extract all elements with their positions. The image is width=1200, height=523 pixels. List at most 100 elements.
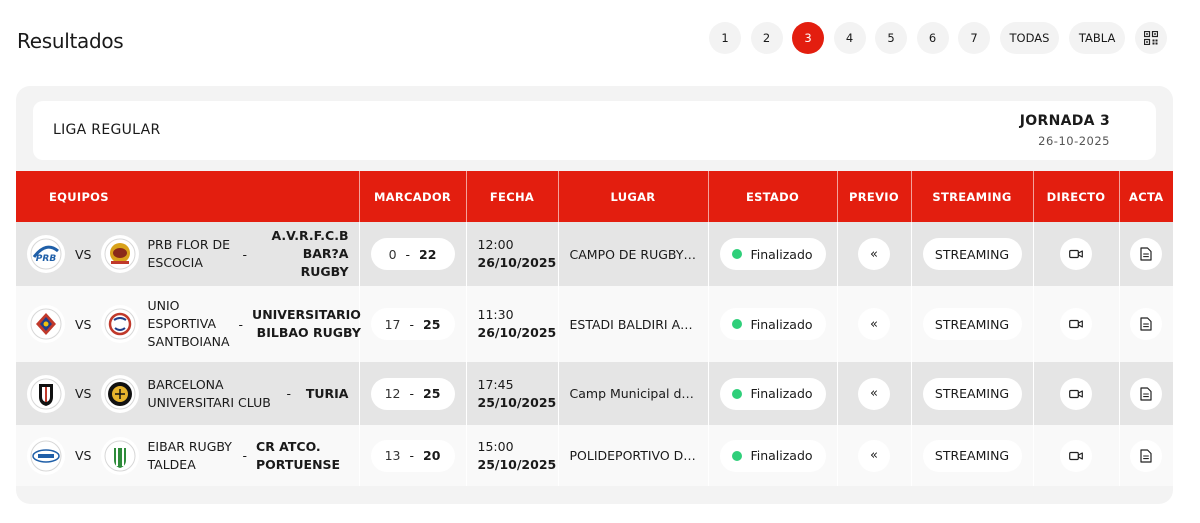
previo-button[interactable]: « [858, 238, 890, 270]
table-row[interactable]: VS UNIO ESPORTIVA SANTBOIANA - UNIVERSIT… [16, 286, 1173, 362]
match-teams: VS UNIO ESPORTIVA SANTBOIANA - UNIVERSIT… [16, 297, 361, 351]
score-separator: - [405, 246, 411, 262]
match-date: 25/10/2025 [477, 394, 557, 410]
away-team-name: CR ATCO. PORTUENSE [256, 438, 341, 472]
acta-button[interactable] [1130, 439, 1163, 472]
home-score: 17 [384, 316, 401, 332]
match-place: ESTADI BALDIRI ALEU [569, 316, 705, 332]
todas-button[interactable]: TODAS [999, 22, 1060, 54]
match-date: 26/10/2025 [477, 325, 557, 340]
previo-button[interactable]: « [858, 308, 890, 340]
match-place: CAMPO DE RUGBY B... [569, 246, 708, 262]
away-team-logo [100, 305, 139, 343]
match-date: 25/10/2025 [477, 456, 557, 472]
tabla-button[interactable]: TABLA [1068, 22, 1126, 54]
status-badge: Finalizado [719, 238, 826, 270]
table-row[interactable]: VS BARCELONA UNIVERSITARI CLUB - TURIA 1… [16, 362, 1173, 425]
streaming-button[interactable]: STREAMING [922, 377, 1022, 410]
directo-button[interactable] [1060, 238, 1092, 270]
previo-button[interactable]: « [858, 439, 890, 472]
status-dot-icon [732, 249, 743, 259]
table-row[interactable]: PRB VS PRB FLOR DE ESCOCIA - A.V.R.F.C.B… [16, 222, 1173, 286]
status-dot-icon [732, 319, 743, 329]
vs-label: VS [75, 246, 92, 262]
status-text: Finalizado [750, 448, 813, 463]
qr-code-button[interactable] [1134, 22, 1167, 54]
away-team-name: UNIVERSITARIO BILBAO RUGBY [252, 307, 361, 340]
streaming-button[interactable]: STREAMING [922, 238, 1022, 270]
document-icon [1140, 317, 1152, 331]
status-badge: Finalizado [719, 439, 826, 472]
home-team-name: BARCELONA UNIVERSITARI CLUB [147, 376, 271, 410]
document-icon [1140, 448, 1152, 463]
score-pill: 17-25 [370, 308, 455, 340]
directo-button[interactable] [1060, 377, 1092, 410]
jornada-date: 26-10-2025 [1038, 134, 1110, 148]
home-score: 13 [384, 448, 401, 463]
page-button-6[interactable]: 6 [916, 22, 949, 54]
streaming-button[interactable]: STREAMING [922, 439, 1022, 472]
status-text: Finalizado [750, 316, 813, 332]
match-teams: VS BARCELONA UNIVERSITARI CLUB - TURIA [16, 374, 359, 413]
previo-button[interactable]: « [858, 377, 890, 410]
document-icon [1140, 247, 1152, 261]
page-button-5[interactable]: 5 [875, 22, 907, 54]
home-score: 12 [384, 386, 401, 401]
home-team-logo: PRB [27, 235, 65, 273]
away-team-name: A.V.R.F.C.B BAR?A RUGBY [271, 228, 349, 279]
away-team-logo [100, 374, 139, 413]
page-button-4[interactable]: 4 [833, 22, 866, 54]
away-score: 25 [423, 316, 441, 332]
video-camera-icon [1069, 451, 1083, 460]
match-time: 17:45 [477, 376, 514, 392]
page-button-1[interactable]: 1 [709, 22, 741, 54]
away-team-logo [100, 235, 139, 273]
header-directo: DIRECTO [1033, 171, 1120, 222]
teams-dash: - [242, 246, 248, 262]
teams-dash: - [238, 316, 244, 332]
header-equipos: EQUIPOS [16, 171, 360, 222]
match-teams: VS EIBAR RUGBY TALDEA - CR ATCO. PORTUEN… [16, 436, 359, 475]
score-separator: - [409, 448, 414, 463]
header-lugar: LUGAR [558, 171, 709, 222]
score-pill: 13-20 [370, 439, 455, 472]
vs-label: VS [75, 316, 92, 332]
results-card: LIGA REGULAR JORNADA 3 26-10-2025 EQUIPO… [16, 86, 1173, 504]
home-team-logo [27, 305, 65, 343]
table-header-row: EQUIPOS MARCADOR FECHA LUGAR ESTADO PREV… [16, 171, 1173, 222]
video-camera-icon [1069, 319, 1083, 329]
acta-button[interactable] [1130, 238, 1163, 270]
double-chevron-left-icon: « [870, 246, 878, 262]
header-estado: ESTADO [708, 171, 838, 222]
video-camera-icon [1069, 389, 1083, 398]
score-separator: - [409, 386, 414, 401]
teams-dash: - [242, 448, 248, 463]
table-row[interactable]: VS EIBAR RUGBY TALDEA - CR ATCO. PORTUEN… [16, 425, 1173, 486]
jornada-title: JORNADA 3 [1019, 113, 1110, 129]
match-datetime: 17:45 25/10/2025 [467, 376, 558, 412]
directo-button[interactable] [1060, 308, 1092, 340]
page-button-3[interactable]: 3 [792, 22, 824, 54]
acta-button[interactable] [1130, 377, 1163, 410]
header-marcador: MARCADOR [359, 171, 467, 222]
document-icon [1140, 386, 1152, 401]
streaming-button[interactable]: STREAMING [922, 308, 1022, 340]
match-datetime: 12:00 26/10/2025 [467, 236, 558, 272]
away-team-name: TURIA [305, 385, 349, 401]
header-streaming: STREAMING [911, 171, 1034, 222]
match-time: 12:00 [477, 237, 514, 252]
acta-button[interactable] [1130, 308, 1163, 340]
svg-text:PRB: PRB [36, 254, 57, 264]
double-chevron-left-icon: « [870, 386, 878, 401]
league-header: LIGA REGULAR JORNADA 3 26-10-2025 [33, 101, 1156, 160]
page-button-7[interactable]: 7 [958, 22, 990, 54]
header-acta: ACTA [1119, 171, 1173, 222]
home-team-name: PRB FLOR DE ESCOCIA [147, 237, 231, 270]
status-badge: Finalizado [719, 308, 826, 340]
page-button-2[interactable]: 2 [750, 22, 783, 54]
away-score: 22 [419, 246, 437, 262]
directo-button[interactable] [1060, 439, 1092, 472]
status-text: Finalizado [750, 246, 813, 262]
video-camera-icon [1069, 249, 1083, 259]
status-badge: Finalizado [719, 377, 826, 410]
